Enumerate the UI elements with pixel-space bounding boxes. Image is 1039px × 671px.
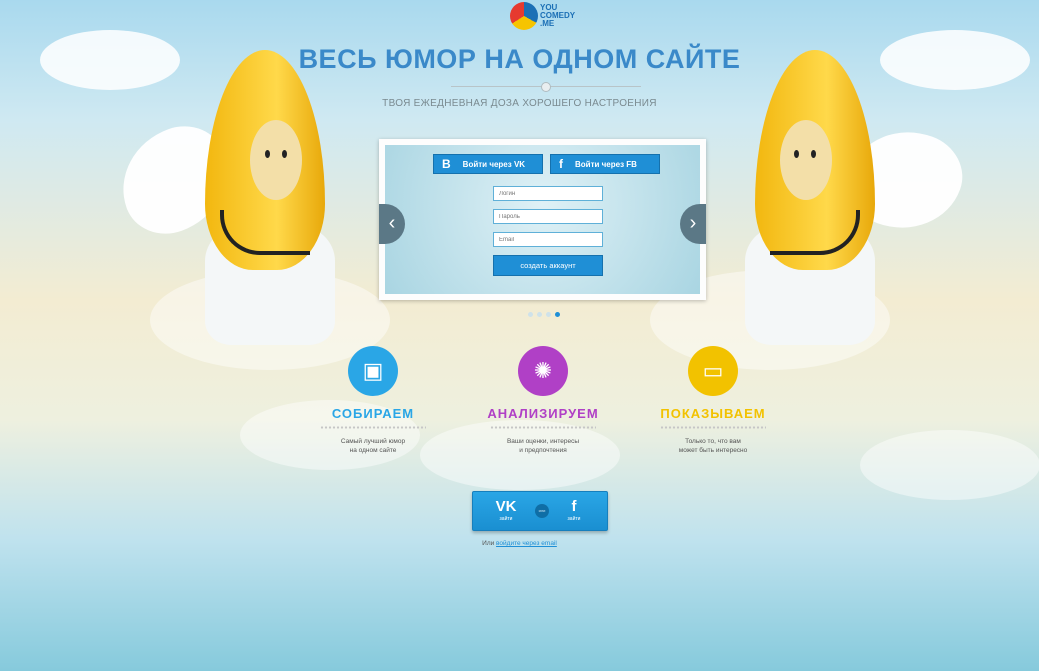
vk-icon: VK: [495, 498, 517, 515]
fb-login-button[interactable]: f Войти через FB: [550, 154, 660, 174]
feature-description-line: Ваши оценки, интересы: [506, 438, 580, 445]
facebook-icon: f: [571, 498, 577, 515]
email-login-link[interactable]: войдите через email: [496, 540, 557, 547]
feature-description-line: на одном сайте: [349, 447, 397, 454]
cube-icon: ▣: [348, 346, 398, 396]
eye-icon: [794, 150, 799, 158]
vk-quick-login-button[interactable]: VK зайти: [489, 498, 523, 523]
feature-analyze: ✺ АНАЛИЗИРУЕМ Ваши оценки, интересы и пр…: [463, 346, 623, 455]
slider-dot[interactable]: [546, 312, 551, 317]
banana-angel-right: [700, 30, 974, 350]
eye-icon: [265, 150, 270, 158]
login-field[interactable]: [493, 186, 603, 201]
banana-face: [780, 120, 832, 200]
slider-dot[interactable]: [537, 312, 542, 317]
banana-face: [250, 120, 302, 200]
vk-icon: B: [442, 157, 451, 171]
tv-icon: ▭: [688, 346, 738, 396]
fb-quick-login-button[interactable]: f зайти: [557, 498, 591, 523]
feature-title: ПОКАЗЫВАЕМ: [660, 406, 766, 421]
registration-slider: B Войти через VK f Войти через FB создат…: [379, 139, 706, 300]
dotted-divider: [490, 426, 596, 429]
feature-collect: ▣ СОБИРАЕМ Самый лучший юмор на одном са…: [293, 346, 453, 455]
logo-icon: [510, 2, 538, 30]
or-badge: или: [535, 504, 549, 518]
slider-pagination: [528, 312, 560, 317]
slider-dot[interactable]: [528, 312, 533, 317]
vk-quick-login-label: зайти: [499, 516, 513, 522]
dotted-divider: [660, 426, 766, 429]
eye-icon: [282, 150, 287, 158]
feature-description-line: Только то, что вам: [685, 438, 741, 445]
slider-panel: B Войти через VK f Войти через FB создат…: [385, 145, 700, 294]
vk-login-button[interactable]: B Войти через VK: [433, 154, 543, 174]
create-account-button[interactable]: создать аккаунт: [493, 255, 603, 276]
vk-login-label: Войти через VK: [462, 159, 526, 169]
feature-title: АНАЛИЗИРУЕМ: [487, 406, 599, 421]
cloud: [860, 430, 1039, 500]
feature-show: ▭ ПОКАЗЫВАЕМ Только то, что вам может бы…: [633, 346, 793, 455]
logo-text: YOU COMEDY .ME: [540, 4, 575, 28]
password-field[interactable]: [493, 209, 603, 224]
fb-login-label: Войти через FB: [575, 159, 637, 169]
feature-description: Ваши оценки, интересы и предпочтения: [463, 437, 623, 455]
fb-quick-login-label: зайти: [567, 516, 581, 522]
feature-description-line: Самый лучший юмор: [340, 438, 406, 445]
dotted-divider: [320, 426, 426, 429]
banana-angel-left: [106, 30, 380, 350]
email-login-line: Или войдите через email: [0, 540, 1039, 547]
feature-description: Только то, что вам может быть интересно: [633, 437, 793, 455]
logo-line: .ME: [540, 19, 555, 28]
site-logo[interactable]: YOU COMEDY .ME: [510, 2, 580, 32]
facebook-icon: f: [559, 157, 563, 171]
quick-login-panel: VK зайти или f зайти: [472, 491, 608, 531]
eye-icon: [811, 150, 816, 158]
email-field[interactable]: [493, 232, 603, 247]
feature-description-line: может быть интересно: [678, 447, 748, 454]
or-text: Или: [482, 540, 497, 547]
divider-ornament-icon: [541, 82, 551, 92]
slider-dot-active[interactable]: [555, 312, 560, 317]
feature-title: СОБИРАЕМ: [331, 406, 415, 421]
feature-description-line: и предпочтения: [519, 447, 567, 454]
brain-icon: ✺: [518, 346, 568, 396]
feature-description: Самый лучший юмор на одном сайте: [293, 437, 453, 455]
